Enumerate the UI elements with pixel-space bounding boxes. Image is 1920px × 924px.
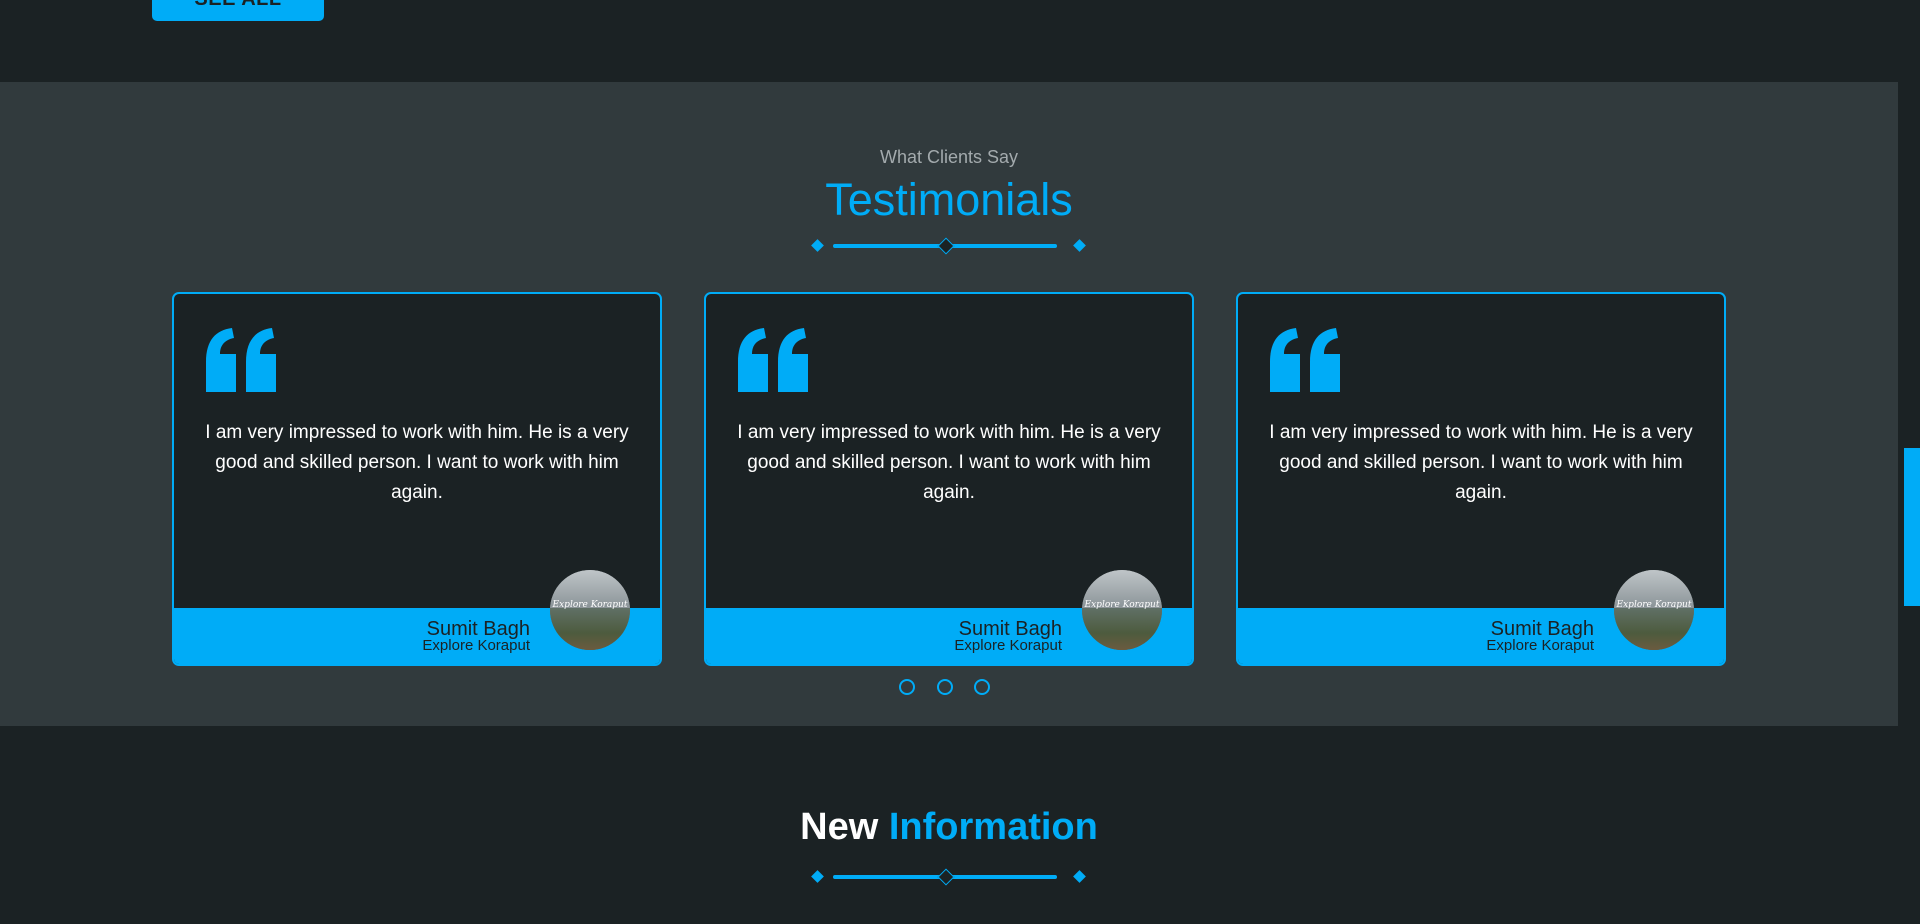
pagination-dot-1[interactable] <box>899 679 915 695</box>
testimonial-text: I am very impressed to work with him. He… <box>205 422 629 503</box>
section-subtitle: What Clients Say <box>879 147 1019 167</box>
see-all-button[interactable]: SEE ALL <box>152 0 324 21</box>
testimonial-card: I am very impressed to work with him. He… <box>1236 292 1726 666</box>
diamond-divider-icon <box>811 236 1086 256</box>
quote-icon <box>738 328 808 392</box>
pagination-dot-2[interactable] <box>937 679 953 695</box>
section-title: Testimonials <box>825 174 1073 225</box>
testimonial-card: I am very impressed to work with him. He… <box>172 292 662 666</box>
diamond-divider-icon <box>811 867 1086 887</box>
quote-icon <box>206 328 276 392</box>
testimonial-card: I am very impressed to work with him. He… <box>704 292 1194 666</box>
pagination-dot-3[interactable] <box>974 679 990 695</box>
testimonial-text: I am very impressed to work with him. He… <box>1269 422 1693 503</box>
author-org: Explore Koraput <box>1486 637 1594 654</box>
info-section-title: New Information <box>0 806 1898 849</box>
avatar: Explore Koraput <box>1614 570 1694 650</box>
avatar: Explore Koraput <box>1082 570 1162 650</box>
author-org: Explore Koraput <box>422 637 530 654</box>
avatar: Explore Koraput <box>550 570 630 650</box>
author-org: Explore Koraput <box>954 637 1062 654</box>
info-title-part2: Information <box>888 806 1098 848</box>
info-title-part1: New <box>800 806 879 848</box>
quote-icon <box>1270 328 1340 392</box>
scrollbar-thumb[interactable] <box>1904 448 1920 606</box>
testimonial-text: I am very impressed to work with him. He… <box>737 422 1161 503</box>
testimonials-section: What Clients Say Testimonials I am very … <box>0 82 1898 726</box>
